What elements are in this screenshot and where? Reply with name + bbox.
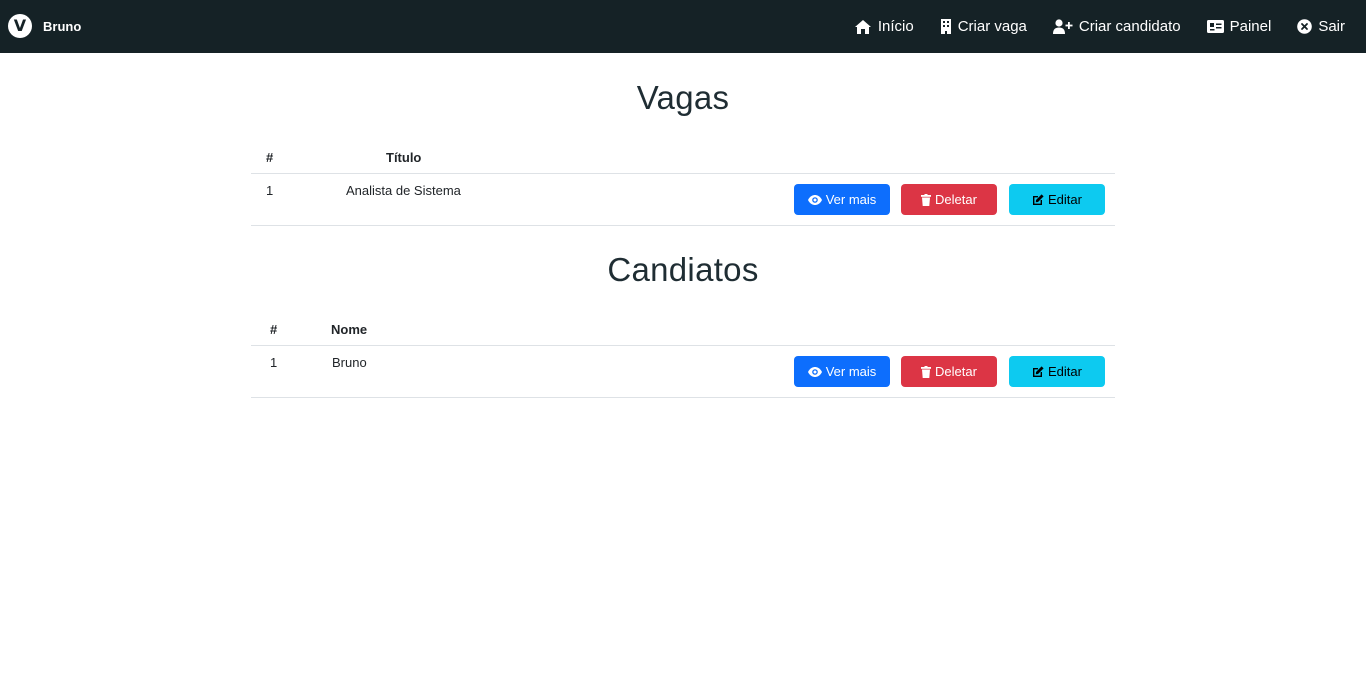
view-button-label: Ver mais (825, 364, 877, 379)
vagas-view-button[interactable]: Ver mais (794, 184, 890, 215)
vagas-row-divider (251, 225, 1115, 226)
edit-icon (1033, 193, 1044, 205)
building-icon (940, 19, 951, 34)
nav-links: Início Criar vaga Criar candidato Painel… (854, 0, 1345, 53)
brand-logo-letter: V (13, 16, 27, 35)
candidatos-delete-button[interactable]: Deletar (901, 356, 997, 387)
brand-logo: V (8, 14, 32, 38)
vagas-header-id: # (266, 150, 274, 165)
brand[interactable]: V Bruno (8, 14, 81, 38)
eye-icon (807, 194, 822, 205)
nav-link-sair[interactable]: Sair (1297, 18, 1345, 35)
trash-icon (921, 193, 932, 206)
close-circle-icon (1297, 19, 1313, 34)
candidatos-header-divider (251, 345, 1115, 346)
edit-icon (1033, 365, 1044, 377)
brand-name: Bruno (43, 18, 82, 34)
view-button-label: Ver mais (825, 192, 877, 207)
nav-link-criar-vaga[interactable]: Criar vaga (940, 18, 1027, 35)
nav-link-criar-candidato[interactable]: Criar candidato (1052, 18, 1181, 35)
edit-button-label: Editar (1048, 192, 1082, 207)
nav-link-inicio[interactable]: Início (854, 18, 914, 35)
candidatos-row-nome: Bruno (332, 355, 367, 370)
candidatos-row-id: 1 (270, 355, 278, 370)
home-icon (854, 19, 871, 34)
nav-link-painel[interactable]: Painel (1206, 18, 1272, 35)
candidatos-title: Candiatos (607, 251, 759, 288)
nav-link-label: Sair (1318, 18, 1345, 35)
vagas-delete-button[interactable]: Deletar (901, 184, 997, 215)
candidatos-edit-button[interactable]: Editar (1009, 356, 1105, 387)
vagas-header-titulo: Título (386, 150, 422, 165)
candidatos-header-id: # (270, 322, 278, 337)
vagas-row-id: 1 (266, 183, 274, 198)
id-card-icon (1206, 20, 1224, 33)
nav-link-label: Criar candidato (1078, 18, 1181, 35)
vagas-row-titulo: Analista de Sistema (346, 183, 461, 198)
vagas-header-divider (251, 173, 1115, 174)
nav-link-label: Início (877, 18, 914, 35)
candidatos-row-divider (251, 397, 1115, 398)
edit-button-label: Editar (1048, 364, 1082, 379)
nav-link-label: Criar vaga (957, 18, 1027, 35)
nav-link-label: Painel (1229, 18, 1272, 35)
delete-button-label: Deletar (935, 364, 977, 379)
delete-button-label: Deletar (935, 192, 977, 207)
user-plus-icon (1052, 19, 1073, 34)
vagas-edit-button[interactable]: Editar (1009, 184, 1105, 215)
candidatos-header-nome: Nome (331, 322, 368, 337)
vagas-title: Vagas (636, 79, 730, 116)
eye-icon (807, 366, 822, 377)
trash-icon (921, 365, 932, 378)
top-navbar: V Bruno Início Criar vaga Criar candidat… (0, 0, 1366, 53)
candidatos-view-button[interactable]: Ver mais (794, 356, 890, 387)
